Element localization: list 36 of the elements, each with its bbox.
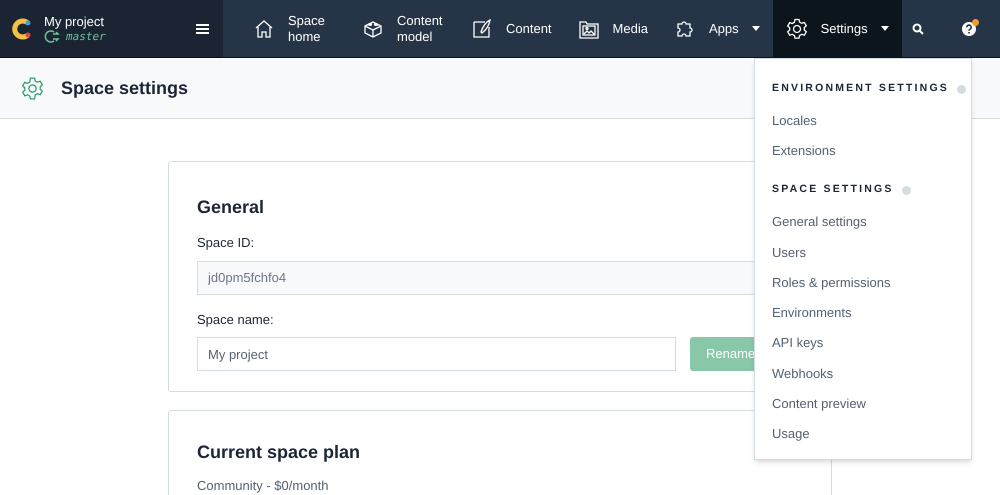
- space-id-field[interactable]: jd0pm5fchfo4: [197, 260, 755, 294]
- nav-tab[interactable]: Settings: [772, 0, 902, 57]
- plan-description: Community - $0/month: [197, 477, 330, 495]
- nav-tab[interactable]: Content: [458, 0, 565, 57]
- menu-item[interactable]: Locales: [772, 111, 971, 127]
- gear-icon: [20, 76, 45, 100]
- section-title: Current space plan: [197, 441, 362, 464]
- house-icon: [253, 18, 275, 40]
- nav-tab[interactable]: Media: [564, 0, 661, 57]
- menu-item[interactable]: Roles & permissions: [772, 272, 971, 289]
- branch-icon: [44, 30, 60, 44]
- menu-icon[interactable]: [196, 24, 209, 34]
- menu-item[interactable]: Extensions: [772, 141, 971, 158]
- menu-item[interactable]: Content preview: [772, 394, 971, 410]
- environment-name: master: [66, 30, 106, 44]
- section-heading: SPACE SETTINGS: [772, 182, 894, 198]
- menu-item[interactable]: Users: [772, 242, 971, 259]
- nav-tab[interactable]: Content model: [349, 0, 458, 57]
- field-label: Space ID:: [197, 234, 256, 252]
- search-icon[interactable]: [912, 22, 924, 34]
- space-name-field[interactable]: My project: [197, 337, 676, 371]
- nav-tab[interactable]: Apps: [660, 0, 773, 57]
- section-title: General: [197, 196, 266, 219]
- menu-item[interactable]: General settings: [772, 212, 971, 228]
- menu-item[interactable]: Environments: [772, 303, 971, 320]
- logo-icon[interactable]: [12, 18, 32, 40]
- section-heading: ENVIRONMENT SETTINGS: [772, 81, 950, 96]
- menu-item[interactable]: Webhooks: [772, 364, 971, 380]
- gear-icon: [786, 18, 808, 40]
- project-name[interactable]: My project: [44, 14, 106, 30]
- help-icon[interactable]: [962, 22, 976, 36]
- menu-item[interactable]: Usage: [772, 424, 971, 440]
- page-title: Space settings: [61, 76, 188, 100]
- nav-tab[interactable]: Space home: [240, 0, 349, 57]
- pen-icon: [471, 18, 493, 40]
- menu-item[interactable]: API keys: [772, 333, 971, 350]
